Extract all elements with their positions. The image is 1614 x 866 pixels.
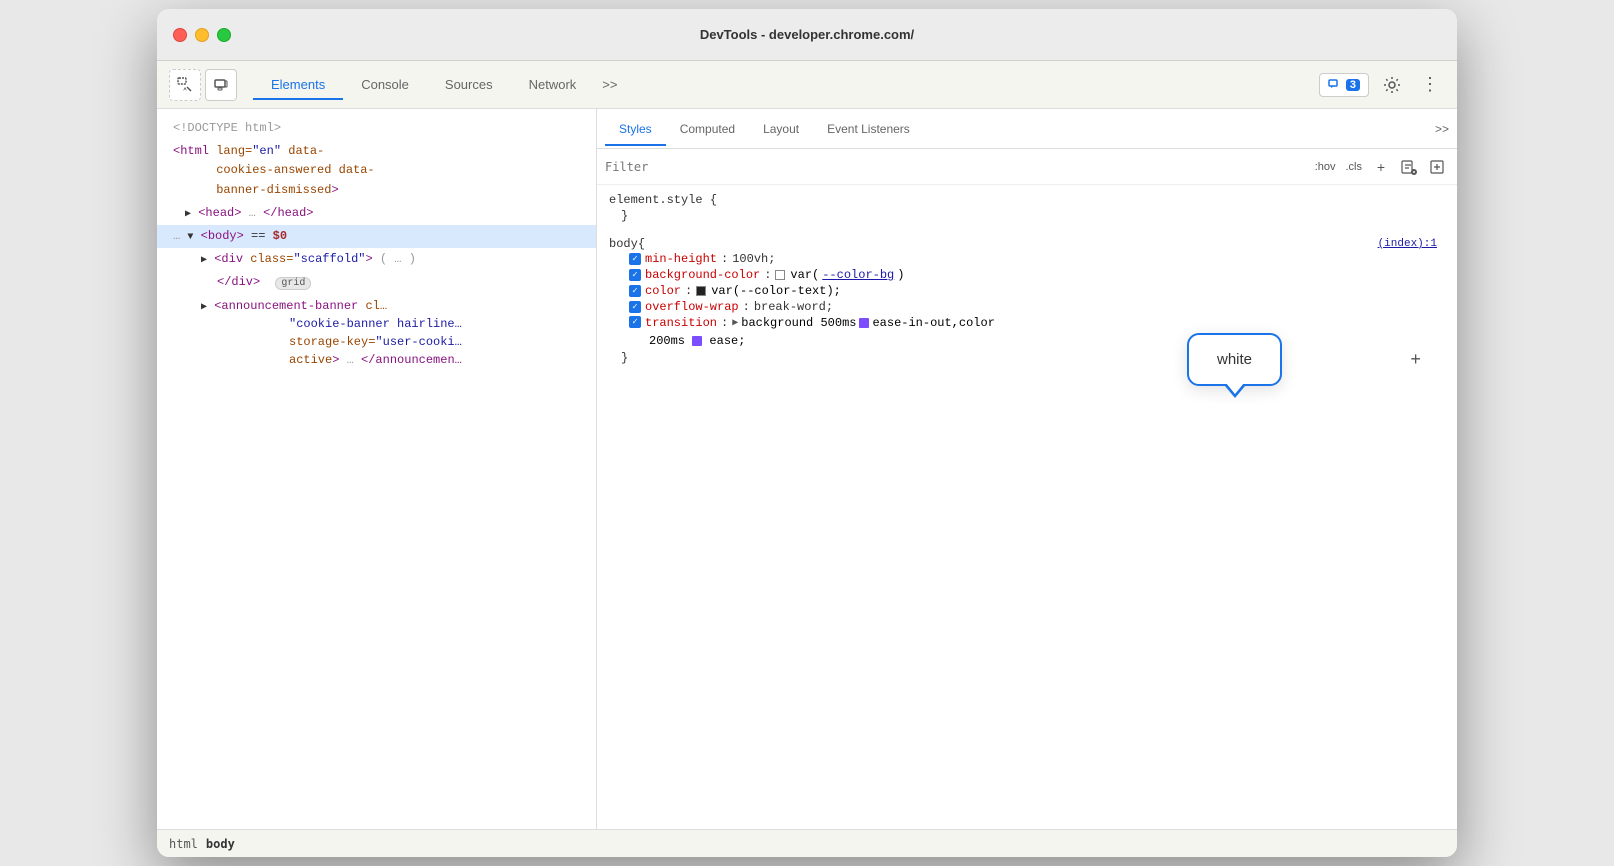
dom-html[interactable]: <html lang="en" data- cookies-answered d… xyxy=(157,140,596,202)
transition-checkbox-1[interactable] xyxy=(859,318,869,328)
checkbox-bg-color[interactable] xyxy=(629,269,641,281)
tab-styles[interactable]: Styles xyxy=(605,114,666,146)
hov-button[interactable]: :hov xyxy=(1312,160,1339,174)
toolbar-right: 3 ⋮ xyxy=(1319,70,1445,100)
title-bar: DevTools - developer.chrome.com/ xyxy=(157,9,1457,61)
main-tab-bar: Elements Console Sources Network >> xyxy=(253,70,625,99)
color-bg-link[interactable]: --color-bg xyxy=(822,268,894,282)
prop-color: color : var(--color-text); xyxy=(609,283,1445,299)
main-area: <!DOCTYPE html> <html lang="en" data- co… xyxy=(157,109,1457,829)
more-tabs-button[interactable]: >> xyxy=(594,71,625,98)
add-style-button[interactable]: + xyxy=(1369,155,1393,179)
tab-network[interactable]: Network xyxy=(511,71,595,100)
element-style-selector: element.style { xyxy=(609,193,1445,207)
breadcrumb-body[interactable]: body xyxy=(206,837,235,851)
body-rule: body { (index):1 min-height : 100vh; xyxy=(597,233,1457,371)
prop-min-height: min-height : 100vh; xyxy=(609,251,1445,267)
notification-count: 3 xyxy=(1346,79,1360,91)
checkbox-min-height[interactable] xyxy=(629,253,641,265)
tab-computed[interactable]: Computed xyxy=(666,114,749,146)
dom-head[interactable]: ▶ <head> … </head> xyxy=(157,202,596,225)
color-tooltip: white xyxy=(1187,333,1282,386)
body-source[interactable]: (index):1 xyxy=(1378,238,1445,250)
breadcrumb-bar: html body xyxy=(157,829,1457,857)
prop-background-color: background-color : var(--color-bg) xyxy=(609,267,1445,283)
filter-buttons: :hov .cls + xyxy=(1312,155,1449,179)
tab-sources[interactable]: Sources xyxy=(427,71,511,100)
checkbox-transition[interactable] xyxy=(629,316,641,328)
dom-div-scaffold[interactable]: ▶ <div class="scaffold"> ( … ) xyxy=(157,248,596,271)
element-style-rule: element.style { } xyxy=(597,189,1457,229)
transition-checkbox-2[interactable] xyxy=(692,336,702,346)
notifications-button[interactable]: 3 xyxy=(1319,73,1369,97)
traffic-lights xyxy=(173,28,231,42)
styles-tab-bar: Styles Computed Layout Event Listeners >… xyxy=(597,109,1457,149)
minimize-button[interactable] xyxy=(195,28,209,42)
body-close: } + xyxy=(609,349,1445,367)
tooltip-text: white xyxy=(1217,351,1252,368)
prop-transition: transition : ▶ background 500ms ease-in-… xyxy=(609,315,1445,349)
settings-button[interactable] xyxy=(1377,70,1407,100)
main-toolbar: Elements Console Sources Network >> 3 ⋮ xyxy=(157,61,1457,109)
dom-div-close[interactable]: </div> grid xyxy=(157,271,596,294)
window-title: DevTools - developer.chrome.com/ xyxy=(700,27,914,42)
breadcrumb-html[interactable]: html xyxy=(169,837,198,851)
checkbox-color[interactable] xyxy=(629,285,641,297)
element-style-close: } xyxy=(609,207,1445,225)
dom-panel: <!DOCTYPE html> <html lang="en" data- co… xyxy=(157,109,597,829)
bg-color-swatch[interactable] xyxy=(775,270,785,280)
dom-announcement-banner[interactable]: ▶ <announcement-banner cl… "cookie-banne… xyxy=(157,295,596,371)
css-rules-area: element.style { } body { (index):1 xyxy=(597,185,1457,829)
filter-input[interactable] xyxy=(605,160,1304,174)
body-selector: body xyxy=(609,237,638,251)
close-button[interactable] xyxy=(173,28,187,42)
dom-body[interactable]: … ▼ <body> == $0 xyxy=(157,225,596,248)
prop-overflow-wrap: overflow-wrap : break-word; xyxy=(609,299,1445,315)
tab-layout[interactable]: Layout xyxy=(749,114,813,146)
checkbox-overflow-wrap[interactable] xyxy=(629,301,641,313)
color-swatch[interactable] xyxy=(696,286,706,296)
tab-elements[interactable]: Elements xyxy=(253,71,343,100)
filter-bar: :hov .cls + xyxy=(597,149,1457,185)
inspect-element-button[interactable] xyxy=(169,69,201,101)
tab-event-listeners[interactable]: Event Listeners xyxy=(813,114,924,146)
new-style-rule-button[interactable] xyxy=(1397,155,1421,179)
styles-panel: Styles Computed Layout Event Listeners >… xyxy=(597,109,1457,829)
maximize-button[interactable] xyxy=(217,28,231,42)
devtools-window: DevTools - developer.chrome.com/ Element… xyxy=(157,9,1457,857)
cls-button[interactable]: .cls xyxy=(1343,160,1366,174)
more-style-tabs[interactable]: >> xyxy=(1435,122,1449,136)
tab-console[interactable]: Console xyxy=(343,71,427,100)
more-options-button[interactable]: ⋮ xyxy=(1415,70,1445,100)
element-state-button[interactable] xyxy=(1425,155,1449,179)
add-property-button[interactable]: + xyxy=(1410,351,1433,371)
dom-doctype: <!DOCTYPE html> xyxy=(157,117,596,140)
device-toolbar-button[interactable] xyxy=(205,69,237,101)
